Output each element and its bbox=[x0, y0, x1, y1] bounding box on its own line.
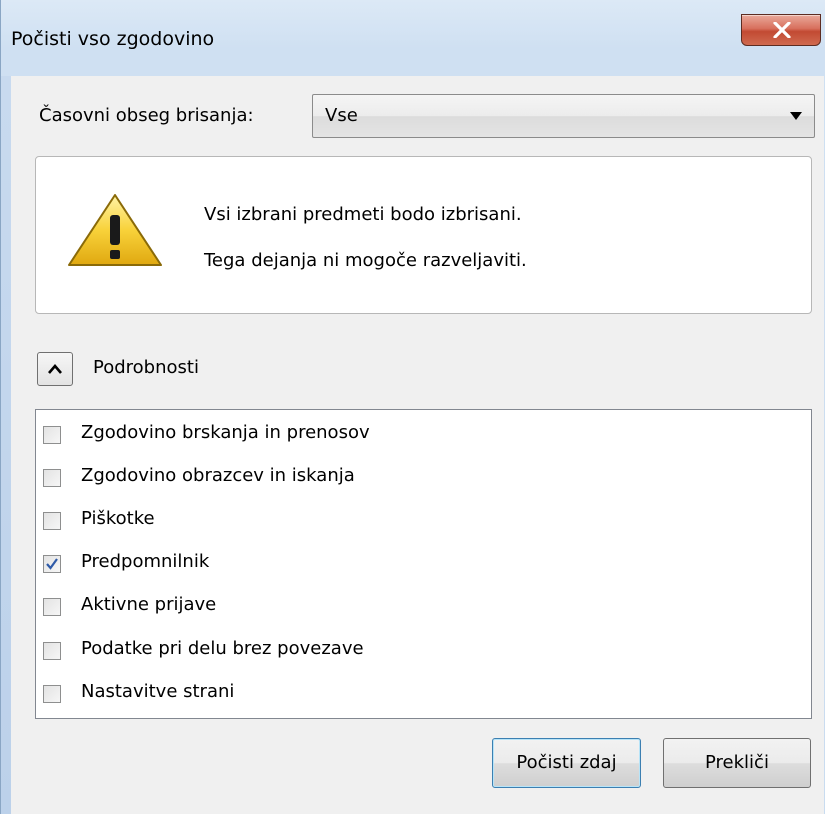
warning-text-line1: Vsi izbrani predmeti bodo izbrisani. bbox=[204, 204, 522, 225]
list-item-label: Zgodovino obrazcev in iskanja bbox=[81, 465, 355, 486]
time-range-select[interactable]: Vse bbox=[312, 94, 815, 138]
checkmark-icon bbox=[46, 558, 58, 570]
close-icon bbox=[773, 22, 791, 38]
time-range-label: Časovni obseg brisanja: bbox=[39, 105, 254, 126]
details-toggle-button[interactable] bbox=[37, 352, 73, 386]
list-item-label: Predpomnilnik bbox=[81, 551, 210, 572]
list-item-label: Zgodovino brskanja in prenosov bbox=[81, 422, 370, 443]
dialog-window: Počisti vso zgodovino Časovni obseg bris… bbox=[0, 0, 825, 814]
list-item-label: Aktivne prijave bbox=[81, 594, 217, 615]
window-left-border bbox=[1, 76, 11, 814]
checkbox[interactable] bbox=[43, 685, 61, 703]
warning-text-line2: Tega dejanja ni mogoče razveljaviti. bbox=[204, 250, 527, 271]
close-button[interactable] bbox=[741, 14, 821, 46]
window-title: Počisti vso zgodovino bbox=[11, 28, 215, 50]
title-bar[interactable]: Počisti vso zgodovino bbox=[1, 0, 825, 76]
chevron-up-icon bbox=[48, 364, 62, 374]
cancel-button[interactable]: Prekliči bbox=[663, 738, 811, 788]
details-label: Podrobnosti bbox=[93, 357, 199, 378]
checkbox[interactable] bbox=[43, 426, 61, 444]
checkbox[interactable] bbox=[43, 598, 61, 616]
time-range-selected-value: Vse bbox=[325, 105, 358, 126]
checkbox[interactable] bbox=[43, 512, 61, 530]
list-item-label: Podatke pri delu brez povezave bbox=[81, 638, 364, 659]
checkbox[interactable] bbox=[43, 469, 61, 487]
clear-now-button[interactable]: Počisti zdaj bbox=[492, 738, 641, 788]
list-item-label: Nastavitve strani bbox=[81, 681, 235, 702]
list-item-label: Piškotke bbox=[81, 508, 155, 529]
dropdown-arrow-icon bbox=[790, 112, 802, 120]
checkbox-checked[interactable] bbox=[43, 555, 61, 573]
checkbox[interactable] bbox=[43, 642, 61, 660]
warning-icon bbox=[68, 194, 162, 266]
